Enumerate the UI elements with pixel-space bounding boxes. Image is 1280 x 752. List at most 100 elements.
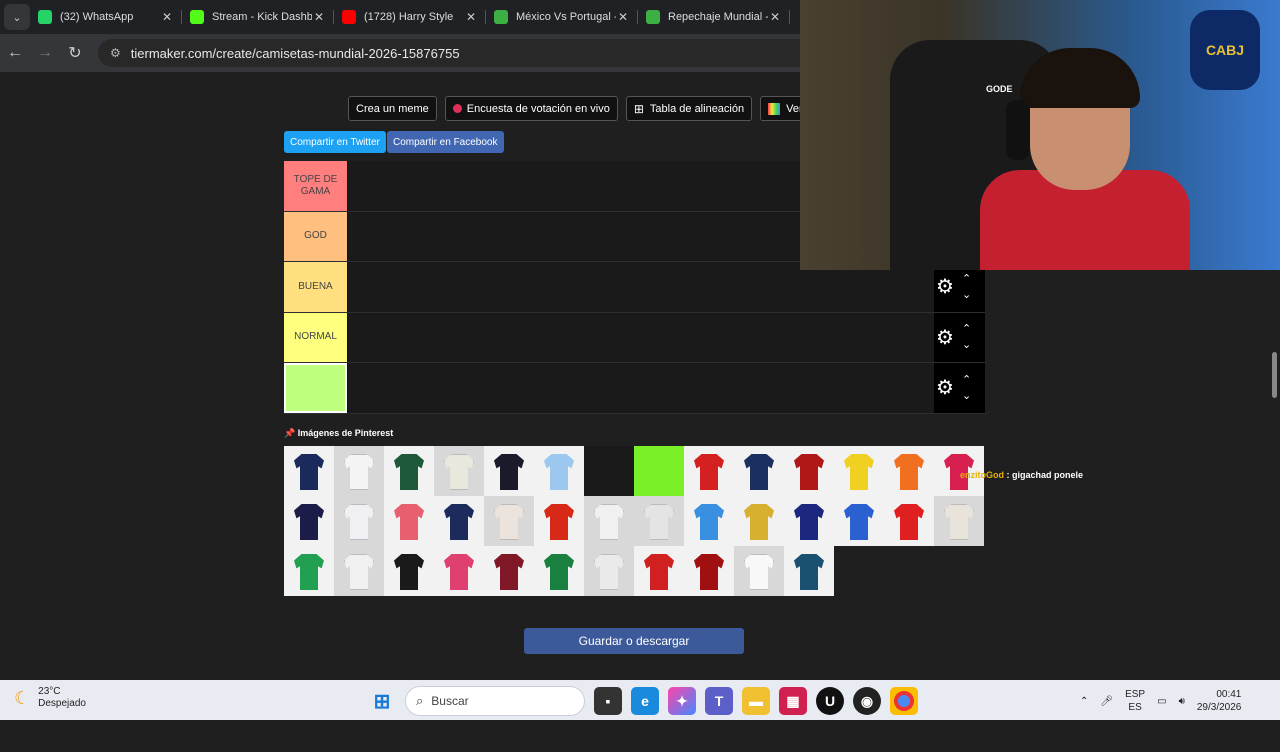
task-view-icon[interactable]: ▪ <box>594 687 622 715</box>
shirt-image[interactable] <box>384 446 434 496</box>
shirt-image[interactable] <box>484 496 534 546</box>
browser-tab[interactable]: (32) WhatsApp ✕ <box>30 0 182 34</box>
url-text: tiermaker.com/create/camisetas-mundial-2… <box>130 45 460 61</box>
tier-label[interactable]: BUENA <box>284 262 347 312</box>
shirt-image[interactable] <box>334 546 384 596</box>
language-indicator[interactable]: ESP ES <box>1125 688 1145 714</box>
weather-widget[interactable]: ☾ 23°C Despejado <box>14 686 86 710</box>
lineup-table-button[interactable]: ⊞ Tabla de alineación <box>625 96 753 121</box>
chevron-down-icon[interactable]: ⌄ <box>962 287 971 303</box>
create-meme-button[interactable]: Crea un meme <box>348 96 437 121</box>
shirt-image[interactable] <box>534 496 584 546</box>
file-explorer-icon[interactable]: ▬ <box>742 687 770 715</box>
browser-tab[interactable]: Stream - Kick Dashbo ✕ <box>182 0 334 34</box>
chevron-up-icon[interactable]: ⌃ <box>1080 696 1088 707</box>
shirt-image[interactable] <box>734 496 784 546</box>
tier-label[interactable] <box>284 363 347 413</box>
chevron-up-icon[interactable]: ⌃ <box>962 321 971 337</box>
shirt-image[interactable] <box>634 496 684 546</box>
gear-icon[interactable]: ⚙ <box>936 325 956 350</box>
shirt-image[interactable] <box>434 446 484 496</box>
shirt-image[interactable] <box>584 446 634 496</box>
jersey-icon <box>494 554 524 590</box>
share-facebook-button[interactable]: Compartir en Facebook <box>387 131 504 153</box>
teams-icon[interactable]: T <box>705 687 733 715</box>
shirt-image[interactable] <box>284 446 334 496</box>
shirt-image[interactable] <box>284 496 334 546</box>
jersey-icon <box>394 554 424 590</box>
close-tab-icon[interactable]: ✕ <box>464 10 478 24</box>
microphone-icon[interactable]: 🎤︎ <box>1100 696 1113 707</box>
shirt-image[interactable] <box>834 446 884 496</box>
forward-button[interactable]: → <box>30 44 60 62</box>
windows-start-icon[interactable]: ⊞ <box>368 687 396 715</box>
shirt-image[interactable] <box>584 496 634 546</box>
chevron-down-icon[interactable]: ⌄ <box>962 337 971 353</box>
volume-icon[interactable]: 🔊︎ <box>1179 696 1185 707</box>
shirt-image[interactable] <box>784 446 834 496</box>
close-tab-icon[interactable]: ✕ <box>160 10 174 24</box>
shirt-image[interactable] <box>784 496 834 546</box>
shirt-image[interactable] <box>484 546 534 596</box>
upwork-icon[interactable]: U <box>816 687 844 715</box>
tier-drop-zone[interactable] <box>347 312 934 362</box>
reload-button[interactable]: ↻ <box>60 43 90 63</box>
network-icon[interactable]: ▭ <box>1157 696 1166 707</box>
steam-icon[interactable]: ◉ <box>853 687 881 715</box>
pinterest-label: Imágenes de Pinterest <box>297 428 394 438</box>
chevron-up-icon[interactable]: ⌃ <box>962 372 971 388</box>
shirt-image[interactable] <box>684 446 734 496</box>
url-field[interactable]: ⚙ tiermaker.com/create/camisetas-mundial… <box>98 39 858 67</box>
shirt-image[interactable] <box>634 546 684 596</box>
copilot-icon[interactable]: ✦ <box>668 687 696 715</box>
shirt-image[interactable] <box>734 546 784 596</box>
shirt-image[interactable] <box>384 496 434 546</box>
shirt-image[interactable] <box>284 546 334 596</box>
shirt-image[interactable] <box>534 546 584 596</box>
live-poll-button[interactable]: Encuesta de votación en vivo <box>444 96 618 121</box>
scrollbar-thumb[interactable] <box>1272 352 1277 398</box>
shirt-image[interactable] <box>434 546 484 596</box>
shirt-image[interactable] <box>484 446 534 496</box>
shirt-image[interactable] <box>934 496 984 546</box>
chevron-down-icon[interactable]: ⌄ <box>962 388 971 404</box>
back-button[interactable]: ← <box>0 44 30 62</box>
chrome-icon[interactable] <box>890 687 918 715</box>
chevron-up-icon[interactable]: ⌃ <box>962 271 971 287</box>
gear-icon[interactable]: ⚙ <box>936 274 956 299</box>
shirt-image[interactable] <box>334 496 384 546</box>
site-info-icon[interactable]: ⚙ <box>110 46 121 60</box>
taskbar-search[interactable]: ⌕ Buscar <box>405 686 585 716</box>
edge-icon[interactable]: e <box>631 687 659 715</box>
shirt-image[interactable] <box>634 446 684 496</box>
shirt-image[interactable] <box>334 446 384 496</box>
shirt-image[interactable] <box>834 496 884 546</box>
close-tab-icon[interactable]: ✕ <box>312 10 326 24</box>
tier-label[interactable]: TOPE DE GAMA <box>284 161 347 211</box>
tier-drop-zone[interactable] <box>347 363 934 413</box>
shirt-image[interactable] <box>584 546 634 596</box>
save-download-button[interactable]: Guardar o descargar <box>524 628 744 654</box>
browser-tab[interactable]: México Vs Portugal - ✕ <box>486 0 638 34</box>
share-twitter-button[interactable]: Compartir en Twitter <box>284 131 386 153</box>
shirt-image[interactable] <box>784 546 834 596</box>
shirt-image[interactable] <box>734 446 784 496</box>
close-tab-icon[interactable]: ✕ <box>768 10 782 24</box>
browser-tab[interactable]: (1728) Harry Style ✕ <box>334 0 486 34</box>
jersey-icon <box>644 454 674 490</box>
shirt-image[interactable] <box>884 446 934 496</box>
shirt-image[interactable] <box>434 496 484 546</box>
tier-label[interactable]: GOD <box>284 211 347 261</box>
tab-search-dropdown[interactable]: ⌄ <box>4 4 30 30</box>
gear-icon[interactable]: ⚙ <box>936 375 956 400</box>
tier-label[interactable]: NORMAL <box>284 312 347 362</box>
shirt-image[interactable] <box>534 446 584 496</box>
shirt-image[interactable] <box>684 496 734 546</box>
close-tab-icon[interactable]: ✕ <box>616 10 630 24</box>
shirt-image[interactable] <box>884 496 934 546</box>
clock[interactable]: 00:41 29/3/2026 <box>1197 688 1242 714</box>
browser-tab[interactable]: Repechaje Mundial - ✕ <box>638 0 790 34</box>
shirt-image[interactable] <box>384 546 434 596</box>
shirt-image[interactable] <box>684 546 734 596</box>
app-icon[interactable]: ▦ <box>779 687 807 715</box>
